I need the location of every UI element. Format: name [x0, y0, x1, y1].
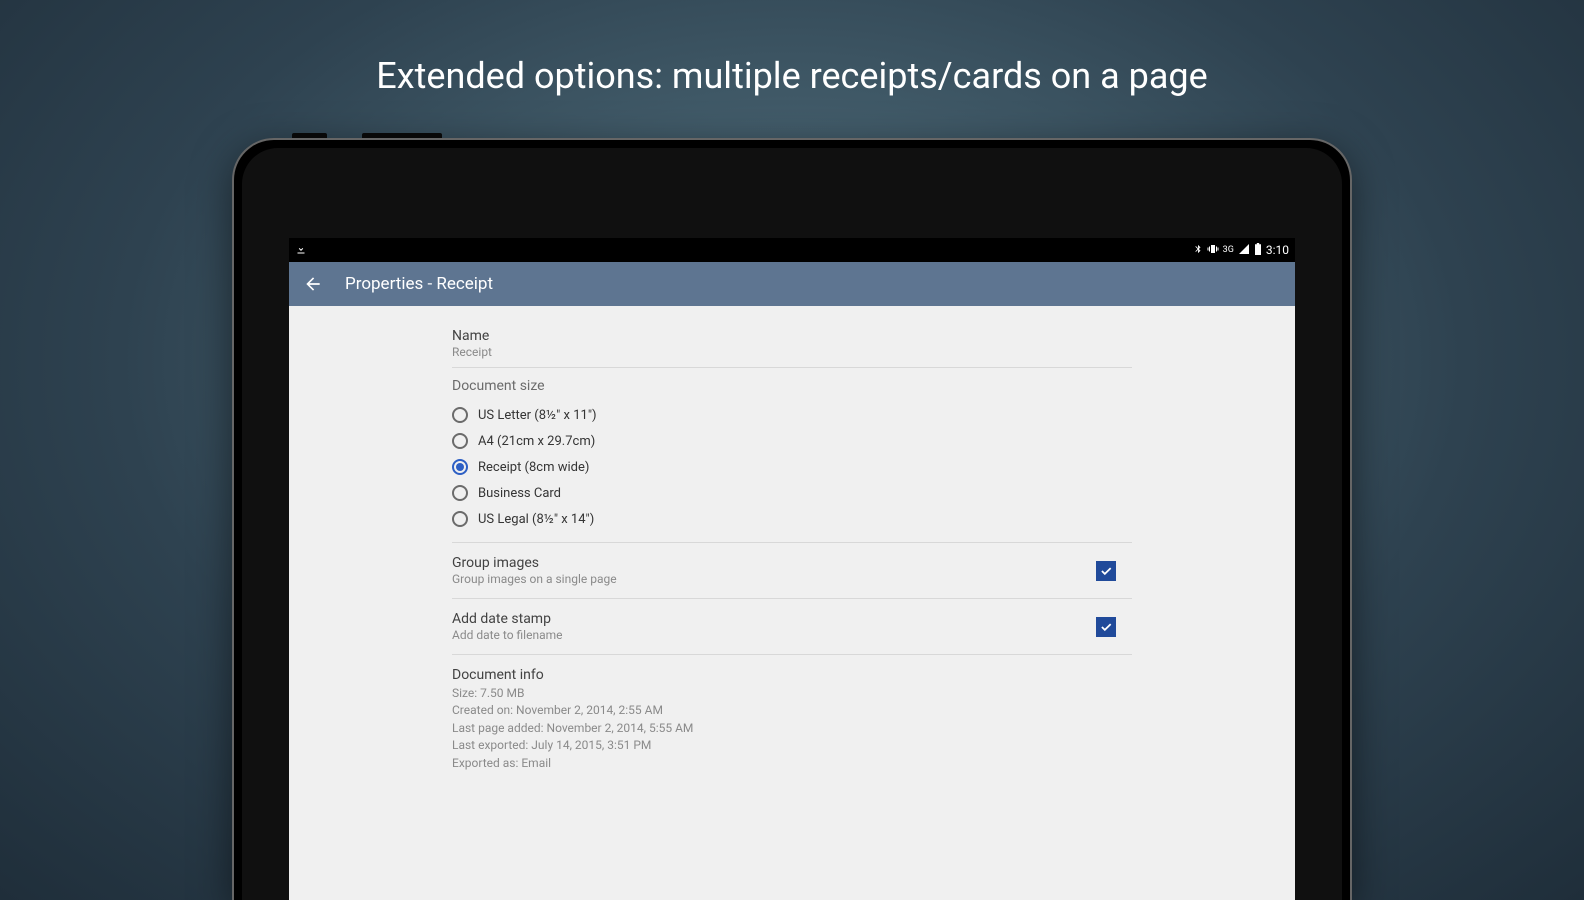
document-size-section: Document size US Letter (8½" x 11") A4 (2… [452, 368, 1132, 543]
radio-label: Receipt (8cm wide) [478, 460, 589, 475]
group-images-checkbox[interactable] [1096, 561, 1116, 581]
vibrate-icon [1207, 243, 1219, 258]
settings-content: Name Receipt Document size US Letter (8½… [289, 306, 1295, 900]
radio-icon [452, 511, 468, 527]
document-info-lines: Size: 7.50 MBCreated on: November 2, 201… [452, 685, 1132, 772]
name-label: Name [452, 328, 1132, 344]
document-size-option[interactable]: US Letter (8½" x 11") [452, 402, 1132, 428]
check-icon [1099, 620, 1113, 634]
group-images-title: Group images [452, 555, 617, 571]
name-value: Receipt [452, 345, 1132, 359]
clock-time: 3:10 [1266, 243, 1289, 257]
radio-label: A4 (21cm x 29.7cm) [478, 434, 595, 449]
document-size-radio-group: US Letter (8½" x 11") A4 (21cm x 29.7cm) R… [452, 402, 1132, 532]
device-bezel-inner: 3G 3:10 Properties - Receipt [242, 148, 1342, 900]
document-info-header: Document info [452, 667, 1132, 683]
document-info-line: Size: 7.50 MB [452, 685, 1132, 702]
document-size-option[interactable]: A4 (21cm x 29.7cm) [452, 428, 1132, 454]
document-info-line: Last page added: November 2, 2014, 5:55 … [452, 720, 1132, 737]
radio-icon [452, 459, 468, 475]
document-info-line: Last exported: July 14, 2015, 3:51 PM [452, 737, 1132, 754]
date-stamp-checkbox[interactable] [1096, 617, 1116, 637]
arrow-left-icon [303, 274, 323, 294]
radio-icon [452, 433, 468, 449]
document-info-line: Exported as: Email [452, 755, 1132, 772]
document-size-option[interactable]: US Legal (8½" x 14") [452, 506, 1132, 532]
app-bar-title: Properties - Receipt [345, 274, 493, 294]
back-button[interactable] [301, 272, 325, 296]
radio-icon [452, 485, 468, 501]
device-bezel: 3G 3:10 Properties - Receipt [232, 138, 1352, 900]
app-bar: Properties - Receipt [289, 262, 1295, 306]
battery-icon [1254, 243, 1262, 258]
android-status-bar: 3G 3:10 [289, 238, 1295, 262]
promo-caption: Extended options: multiple receipts/card… [0, 55, 1584, 97]
tablet-device-frame: 3G 3:10 Properties - Receipt [232, 138, 1352, 900]
radio-label: US Letter (8½" x 11") [478, 408, 597, 423]
signal-icon [1238, 243, 1250, 258]
date-stamp-section[interactable]: Add date stamp Add date to filename [452, 599, 1132, 655]
bluetooth-icon [1193, 243, 1203, 258]
device-screen: 3G 3:10 Properties - Receipt [289, 238, 1295, 900]
group-images-subtitle: Group images on a single page [452, 572, 617, 586]
document-size-header: Document size [452, 378, 1132, 394]
name-section[interactable]: Name Receipt [452, 318, 1132, 368]
download-icon [295, 243, 307, 258]
date-stamp-title: Add date stamp [452, 611, 563, 627]
date-stamp-subtitle: Add date to filename [452, 628, 563, 642]
radio-label: US Legal (8½" x 14") [478, 512, 594, 527]
document-size-option[interactable]: Receipt (8cm wide) [452, 454, 1132, 480]
group-images-section[interactable]: Group images Group images on a single pa… [452, 543, 1132, 599]
radio-icon [452, 407, 468, 423]
document-info-line: Created on: November 2, 2014, 2:55 AM [452, 702, 1132, 719]
check-icon [1099, 564, 1113, 578]
document-info-section: Document info Size: 7.50 MBCreated on: N… [452, 655, 1132, 802]
radio-label: Business Card [478, 486, 561, 501]
document-size-option[interactable]: Business Card [452, 480, 1132, 506]
network-3g-label: 3G [1223, 245, 1234, 255]
